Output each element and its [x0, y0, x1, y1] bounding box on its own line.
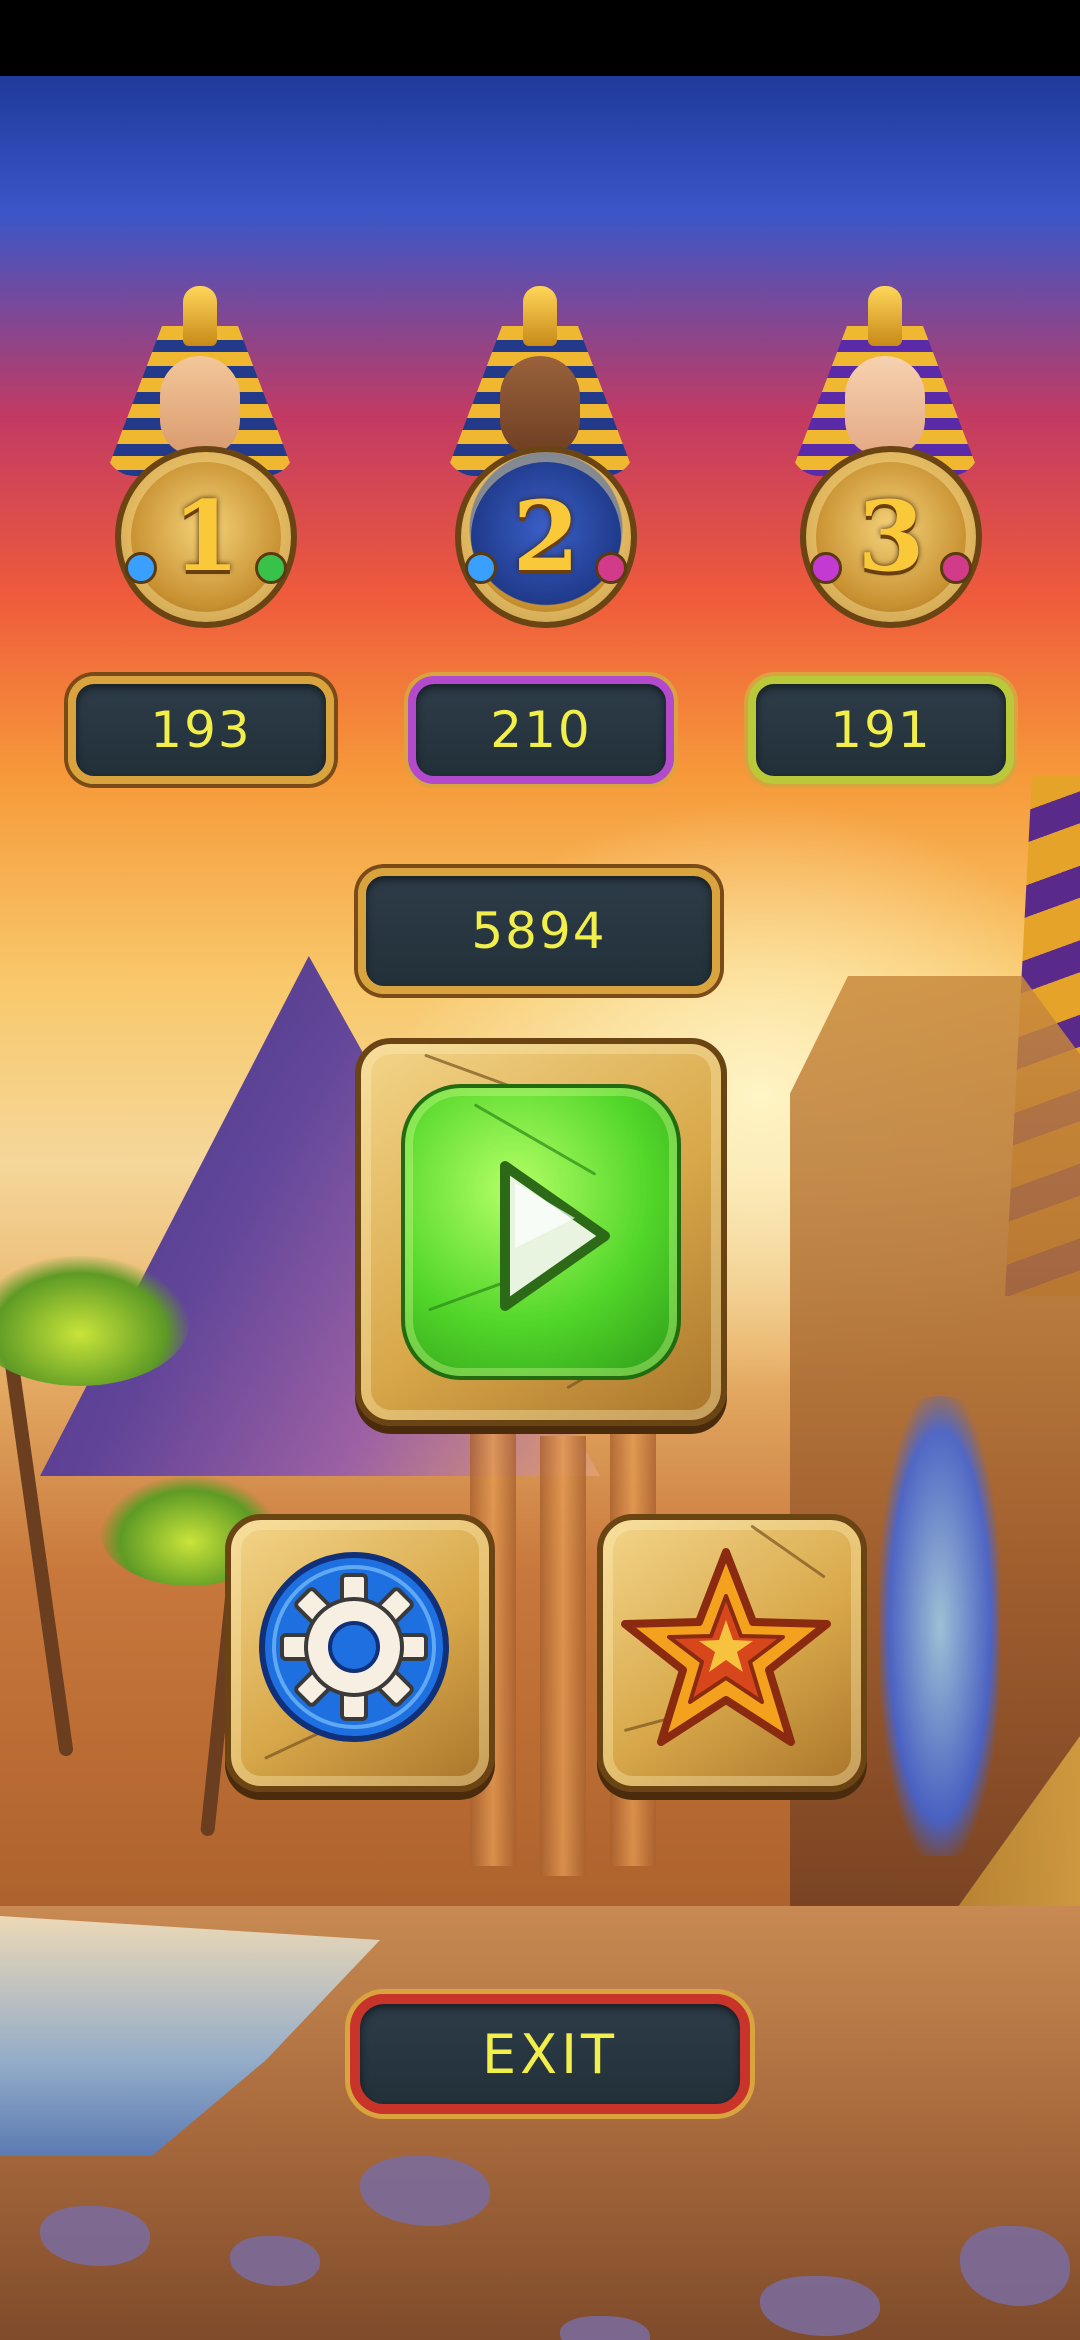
gem-icon: [595, 552, 627, 584]
leaderboard-score-2: 210: [408, 676, 674, 784]
exit-button[interactable]: EXIT: [350, 1994, 750, 2114]
rank-number: 2: [512, 480, 580, 593]
gem-icon: [810, 552, 842, 584]
score-value: 210: [490, 701, 592, 759]
leaderboard-score-1: 193: [68, 676, 334, 784]
gem-icon: [255, 552, 287, 584]
rank-number: 1: [172, 480, 240, 593]
settings-button[interactable]: [225, 1514, 495, 1792]
gem-icon: [125, 552, 157, 584]
rank-medal-2: 2: [455, 446, 637, 628]
gem-icon: [465, 552, 497, 584]
play-icon: [500, 1161, 610, 1311]
star-button[interactable]: [597, 1514, 867, 1792]
portal-glow-decoration: [880, 1396, 1000, 1856]
leaderboard-score-3: 191: [748, 676, 1014, 784]
exit-label: EXIT: [481, 2022, 619, 2086]
total-score-value: 5894: [471, 902, 607, 960]
rank-number: 3: [857, 480, 925, 593]
play-button[interactable]: [355, 1038, 727, 1426]
gear-icon: [259, 1552, 449, 1742]
gem-icon: [940, 552, 972, 584]
rank-medal-3: 3: [800, 446, 982, 628]
total-score-plate: 5894: [358, 868, 720, 994]
palm-trunk: [1, 1339, 74, 1757]
game-menu-screen: 1 193 2 210 3 191 5894 EXIT: [0, 76, 1080, 2340]
rank-medal-1: 1: [115, 446, 297, 628]
star-icon: [621, 1548, 831, 1746]
score-value: 193: [150, 701, 252, 759]
column-decoration: [540, 1436, 586, 1876]
score-value: 191: [830, 701, 932, 759]
